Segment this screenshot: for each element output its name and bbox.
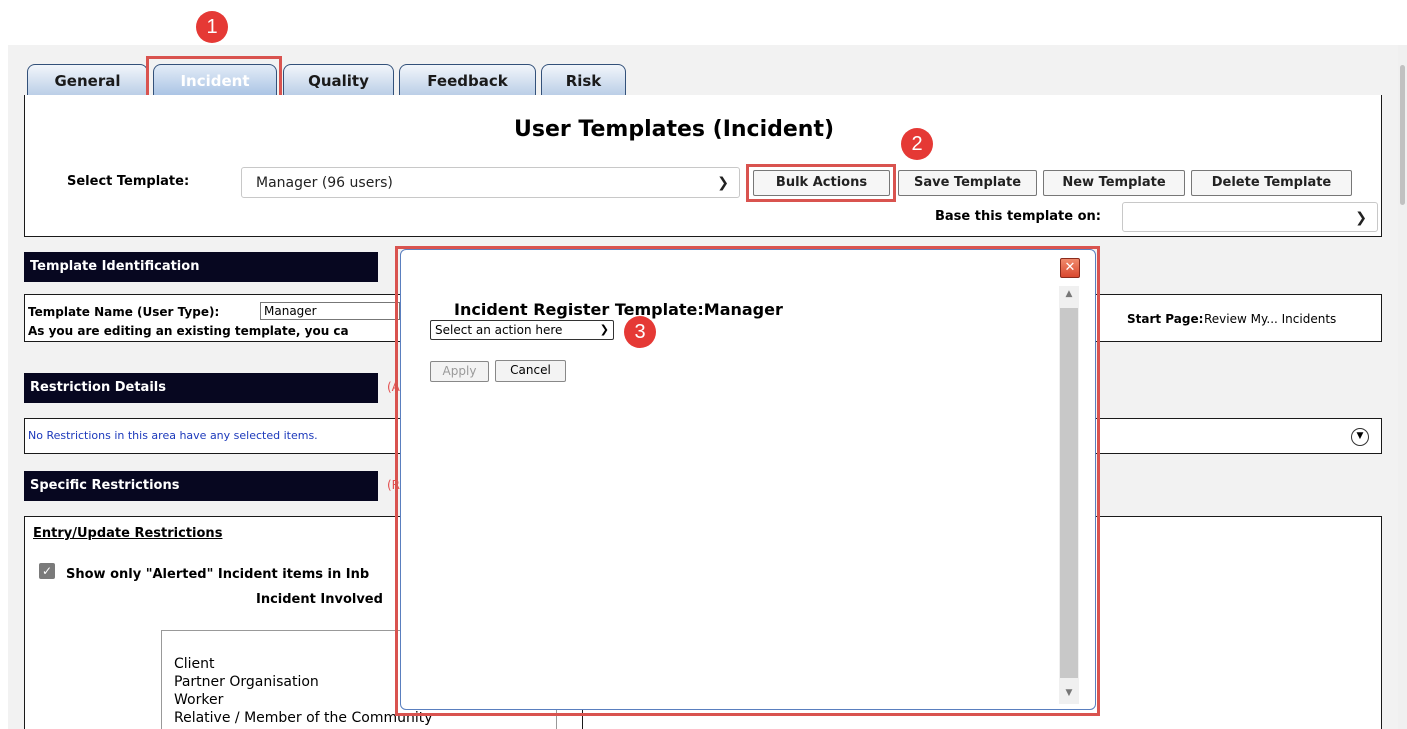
template-name-label: Template Name (User Type):	[28, 305, 220, 319]
entry-update-heading: Entry/Update Restrictions	[33, 526, 223, 541]
start-page-label: Start Page:	[1127, 312, 1204, 326]
alerted-only-checkbox[interactable]: ✓	[39, 563, 55, 579]
bulk-actions-button[interactable]: Bulk Actions	[753, 170, 890, 196]
step-marker-2: 2	[901, 128, 933, 160]
specific-restrictions-heading: Specific Restrictions	[24, 471, 378, 501]
new-template-button[interactable]: New Template	[1043, 170, 1185, 196]
step-marker-1: 1	[196, 11, 228, 43]
template-name-input[interactable]: Manager	[260, 302, 400, 320]
select-template-label: Select Template:	[67, 174, 190, 189]
bulk-action-select[interactable]: Select an action here ❯	[430, 320, 614, 340]
highlight-incident-tab	[146, 56, 282, 100]
expand-icon[interactable]: ▼	[1351, 428, 1369, 446]
restriction-details-heading: Restriction Details	[24, 373, 378, 403]
template-identification-heading: Template Identification	[24, 252, 378, 282]
no-restrictions-message: No Restrictions in this area have any se…	[28, 429, 318, 442]
select-template-dropdown[interactable]: Manager (96 users) ❯	[241, 167, 740, 198]
base-template-label: Base this template on:	[935, 209, 1102, 224]
page-scrollbar[interactable]	[1398, 45, 1407, 729]
apply-button[interactable]: Apply	[430, 361, 489, 382]
select-template-value: Manager (96 users)	[256, 175, 393, 191]
scroll-up-arrow-icon[interactable]: ▲	[1059, 289, 1079, 299]
save-template-button[interactable]: Save Template	[898, 170, 1037, 196]
chevron-down-icon: ❯	[599, 323, 609, 336]
dialog-scrollbar[interactable]: ▲ ▼	[1059, 286, 1079, 704]
chevron-down-icon: ❯	[1355, 210, 1367, 226]
page-title: User Templates (Incident)	[514, 117, 835, 142]
editing-note: As you are editing an existing template,…	[28, 324, 349, 338]
bulk-action-select-value: Select an action here	[435, 323, 563, 337]
tab-quality[interactable]: Quality	[283, 64, 394, 96]
scroll-down-arrow-icon[interactable]: ▼	[1059, 688, 1079, 698]
tab-risk[interactable]: Risk	[541, 64, 626, 96]
chevron-down-icon: ❯	[717, 175, 729, 191]
tab-general[interactable]: General	[27, 64, 148, 96]
dialog-scrollbar-thumb[interactable]	[1060, 308, 1078, 678]
page-left-gutter	[0, 45, 8, 729]
base-template-dropdown[interactable]: ❯	[1122, 202, 1378, 232]
cancel-button[interactable]: Cancel	[495, 360, 566, 382]
page-scrollbar-thumb[interactable]	[1400, 65, 1405, 205]
close-icon[interactable]: ✕	[1060, 258, 1080, 278]
step-marker-3: 3	[624, 316, 656, 348]
tab-feedback[interactable]: Feedback	[399, 64, 536, 96]
start-page-value: Review My... Incidents	[1204, 312, 1337, 326]
alerted-only-label: Show only "Alerted" Incident items in In…	[66, 567, 370, 582]
delete-template-button[interactable]: Delete Template	[1191, 170, 1352, 196]
incident-involved-label: Incident Involved	[256, 592, 383, 607]
dialog-title: Incident Register Template:Manager	[454, 300, 783, 319]
